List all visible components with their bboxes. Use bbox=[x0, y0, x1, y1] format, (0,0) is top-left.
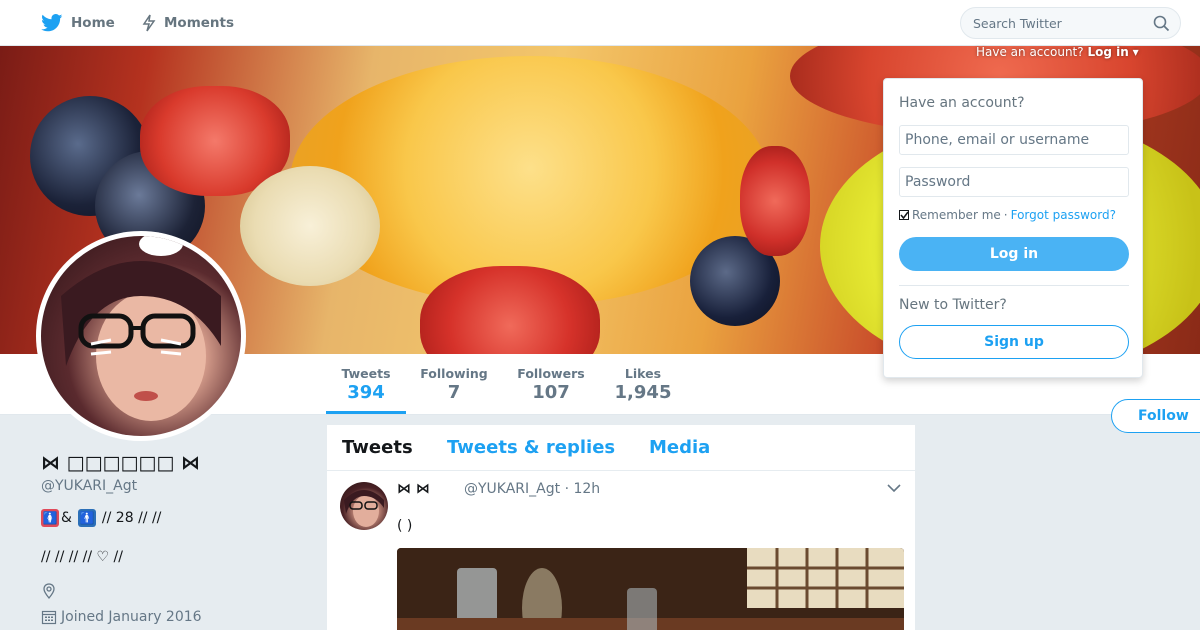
top-navigation: Home Moments bbox=[0, 0, 1200, 46]
tweet-media-image[interactable] bbox=[397, 548, 904, 630]
search-icon[interactable] bbox=[1153, 15, 1170, 32]
profile-avatar[interactable] bbox=[36, 231, 246, 441]
joined-date: Joined January 2016 bbox=[61, 609, 202, 625]
stat-value: 7 bbox=[447, 382, 461, 403]
stat-label: Likes bbox=[624, 366, 662, 381]
stat-likes[interactable]: Likes 1,945 bbox=[608, 354, 678, 414]
nav-moments[interactable]: Moments bbox=[142, 0, 234, 46]
remember-row: Remember me · Forgot password? bbox=[899, 208, 1116, 222]
avatar-face-illustration bbox=[61, 236, 221, 421]
tweet-text: ( ) bbox=[397, 518, 413, 534]
stat-value: 107 bbox=[532, 382, 570, 403]
password-field[interactable] bbox=[899, 167, 1129, 197]
location-pin-icon bbox=[43, 583, 55, 599]
tweet-avatar-illustration bbox=[344, 490, 384, 527]
banner-strawberry bbox=[740, 146, 810, 256]
login-toggle[interactable]: Have an account? Log in ▾ bbox=[976, 45, 1139, 59]
nav-home[interactable]: Home bbox=[41, 0, 115, 46]
lightning-icon bbox=[142, 14, 156, 32]
stat-label: Tweets bbox=[341, 366, 391, 381]
forgot-password-link[interactable]: Forgot password? bbox=[1011, 208, 1116, 222]
tweet-handle-time[interactable]: @YUKARI_Agt · 12h bbox=[464, 481, 600, 497]
bio-line-2: // // // // ♡ // bbox=[41, 549, 123, 565]
remember-checkbox[interactable] bbox=[899, 210, 909, 220]
timeline: Tweets Tweets & replies Media ⋈ ⋈ @YUKAR… bbox=[327, 425, 915, 630]
remember-label[interactable]: Remember me bbox=[912, 208, 1001, 222]
profile-handle: @YUKARI_Agt bbox=[41, 478, 138, 494]
profile-name: ⋈ □□□□□□ ⋈ bbox=[41, 452, 200, 474]
search-box bbox=[960, 7, 1181, 39]
timeline-tabs: Tweets Tweets & replies Media bbox=[327, 425, 915, 471]
tweet-author-name[interactable]: ⋈ ⋈ bbox=[397, 481, 430, 497]
caret-down-icon: ▾ bbox=[1132, 45, 1139, 59]
stat-following[interactable]: Following 7 bbox=[414, 354, 494, 414]
restroom-man-icon: 🚹 bbox=[77, 509, 96, 527]
location-line bbox=[41, 583, 61, 599]
login-heading: Have an account? bbox=[899, 95, 1025, 111]
tweet-photo-illustration bbox=[397, 548, 904, 630]
new-to-twitter-label: New to Twitter? bbox=[899, 297, 1007, 313]
stat-label: Following bbox=[420, 366, 488, 381]
tweet[interactable]: ⋈ ⋈ @YUKARI_Agt · 12h ( ) bbox=[327, 471, 915, 630]
bio-text: // 28 // // bbox=[101, 510, 162, 526]
follow-button[interactable]: Follow bbox=[1111, 399, 1200, 433]
login-toggle-prefix: Have an account? bbox=[976, 45, 1084, 59]
tab-tweets-replies[interactable]: Tweets & replies bbox=[447, 437, 615, 458]
login-toggle-action: Log in bbox=[1087, 45, 1129, 59]
banner-strawberry bbox=[420, 266, 600, 354]
login-button[interactable]: Log in bbox=[899, 237, 1129, 271]
stat-value: 1,945 bbox=[614, 382, 672, 403]
nav-home-label: Home bbox=[71, 15, 115, 31]
divider bbox=[899, 285, 1129, 286]
signup-button[interactable]: Sign up bbox=[899, 325, 1129, 359]
restroom-woman-icon: 🚺 bbox=[41, 509, 59, 527]
stat-followers[interactable]: Followers 107 bbox=[511, 354, 591, 414]
search-input[interactable] bbox=[973, 8, 1153, 38]
tab-tweets[interactable]: Tweets bbox=[342, 437, 413, 458]
stat-tweets[interactable]: Tweets 394 bbox=[326, 354, 406, 414]
joined-line: Joined January 2016 bbox=[41, 609, 202, 625]
username-field[interactable] bbox=[899, 125, 1129, 155]
tab-media[interactable]: Media bbox=[649, 437, 710, 458]
chevron-down-icon[interactable] bbox=[887, 483, 901, 493]
login-dropdown: Have an account? Remember me · Forgot pa… bbox=[883, 78, 1143, 378]
tweet-avatar[interactable] bbox=[340, 482, 388, 530]
bio-line-1: 🚺 & 🚹 // 28 // // bbox=[41, 509, 161, 527]
banner-banana bbox=[240, 166, 380, 286]
bio-ampersand: & bbox=[61, 510, 72, 526]
separator-dot: · bbox=[1003, 208, 1008, 222]
check-icon bbox=[900, 211, 909, 220]
twitter-bird-icon bbox=[41, 14, 63, 32]
avatar-image bbox=[41, 236, 241, 436]
nav-moments-label: Moments bbox=[164, 15, 235, 31]
stat-label: Followers bbox=[517, 366, 585, 381]
calendar-icon bbox=[41, 610, 57, 625]
stat-value: 394 bbox=[347, 382, 385, 403]
